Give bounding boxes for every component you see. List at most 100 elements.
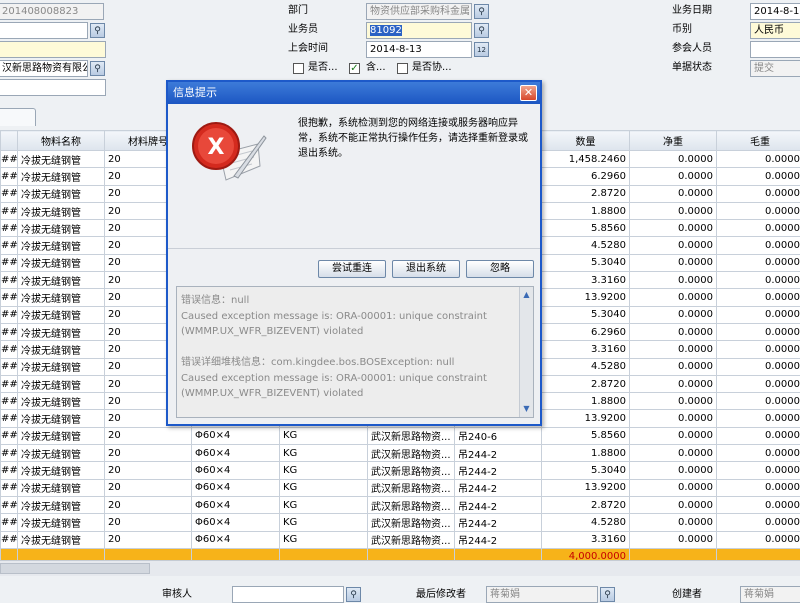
unit-cell[interactable]: KG	[280, 479, 368, 496]
qty-cell[interactable]: 3.3160	[542, 272, 630, 289]
supplier-cell[interactable]: 武汉新思路物资...	[368, 531, 455, 548]
net-weight-cell[interactable]: 0.0000	[630, 185, 717, 202]
qty-cell[interactable]: 3.3160	[542, 341, 630, 358]
table-row[interactable]: ###冷拔无缝钢管20Φ60×4KG武汉新思路物资...吊244-22.8720…	[1, 496, 800, 513]
table-row[interactable]: ###冷拔无缝钢管20Φ60×4KG武汉新思路物资...吊244-21.8800…	[1, 445, 800, 462]
qty-cell[interactable]: 4.5280	[542, 237, 630, 254]
net-weight-cell[interactable]: 0.0000	[630, 151, 717, 168]
table-row[interactable]: ###冷拔无缝钢管20Φ60×4KG武汉新思路物资...吊244-213.920…	[1, 479, 800, 496]
close-button[interactable]: ✕	[520, 85, 537, 101]
gross-weight-cell[interactable]: 0.0000	[717, 341, 800, 358]
lookup-button-left-2[interactable]: ⚲	[90, 23, 105, 38]
row-prefix[interactable]: ###	[1, 531, 18, 548]
material-name-cell[interactable]: 冷拔无缝钢管	[18, 151, 105, 168]
grade-cell[interactable]: 20	[105, 496, 192, 513]
code-cell[interactable]: 吊244-2	[455, 531, 542, 548]
net-weight-cell[interactable]: 0.0000	[630, 202, 717, 219]
row-prefix[interactable]: ###	[1, 427, 18, 444]
qty-cell[interactable]: 6.2960	[542, 323, 630, 340]
unit-cell[interactable]: KG	[280, 496, 368, 513]
table-row[interactable]: ###冷拔无缝钢管20Φ60×4KG武汉新思路物资...吊240-65.8560…	[1, 427, 800, 444]
net-weight-cell[interactable]: 0.0000	[630, 272, 717, 289]
scroll-thumb[interactable]	[0, 563, 150, 574]
col-header-qty[interactable]: 数量	[542, 131, 630, 151]
gross-weight-cell[interactable]: 0.0000	[717, 514, 800, 531]
net-weight-cell[interactable]: 0.0000	[630, 514, 717, 531]
gross-weight-cell[interactable]: 0.0000	[717, 168, 800, 185]
material-name-cell[interactable]: 冷拔无缝钢管	[18, 289, 105, 306]
gross-weight-cell[interactable]: 0.0000	[717, 254, 800, 271]
row-prefix[interactable]: ###	[1, 496, 18, 513]
row-prefix[interactable]: ###	[1, 272, 18, 289]
ignore-button[interactable]: 忽略	[466, 260, 534, 278]
unit-cell[interactable]: KG	[280, 427, 368, 444]
row-prefix[interactable]: ###	[1, 306, 18, 323]
spec-cell[interactable]: Φ60×4	[192, 496, 280, 513]
qty-cell[interactable]: 5.3040	[542, 254, 630, 271]
qty-cell[interactable]: 1.8800	[542, 445, 630, 462]
table-row[interactable]: ###冷拔无缝钢管20Φ60×4KG武汉新思路物资...吊244-23.3160…	[1, 531, 800, 548]
error-detail-scrollbar[interactable]: ▲ ▼	[519, 287, 533, 417]
gross-weight-cell[interactable]: 0.0000	[717, 393, 800, 410]
supplier-cell[interactable]: 武汉新思路物资...	[368, 514, 455, 531]
material-name-cell[interactable]: 冷拔无缝钢管	[18, 462, 105, 479]
gross-weight-cell[interactable]: 0.0000	[717, 496, 800, 513]
net-weight-cell[interactable]: 0.0000	[630, 445, 717, 462]
net-weight-cell[interactable]: 0.0000	[630, 168, 717, 185]
biz-date-field[interactable]: 2014-8-13	[750, 3, 800, 20]
col-header-gross-weight[interactable]: 毛重	[717, 131, 800, 151]
qty-cell[interactable]: 4.5280	[542, 514, 630, 531]
gross-weight-cell[interactable]: 0.0000	[717, 289, 800, 306]
checkbox-1[interactable]	[293, 63, 304, 74]
net-weight-cell[interactable]: 0.0000	[630, 393, 717, 410]
spec-cell[interactable]: Φ60×4	[192, 479, 280, 496]
material-name-cell[interactable]: 冷拔无缝钢管	[18, 479, 105, 496]
net-weight-cell[interactable]: 0.0000	[630, 427, 717, 444]
material-name-cell[interactable]: 冷拔无缝钢管	[18, 375, 105, 392]
meeting-time-field[interactable]: 2014-8-13	[366, 41, 472, 58]
material-name-cell[interactable]: 冷拔无缝钢管	[18, 514, 105, 531]
net-weight-cell[interactable]: 0.0000	[630, 220, 717, 237]
qty-cell[interactable]: 5.3040	[542, 462, 630, 479]
unit-cell[interactable]: KG	[280, 462, 368, 479]
row-prefix[interactable]: ###	[1, 462, 18, 479]
horizontal-scrollbar[interactable]	[0, 560, 800, 576]
code-cell[interactable]: 吊244-2	[455, 479, 542, 496]
left-field-3[interactable]	[0, 41, 106, 58]
gross-weight-cell[interactable]: 0.0000	[717, 427, 800, 444]
qty-cell[interactable]: 5.3040	[542, 306, 630, 323]
gross-weight-cell[interactable]: 0.0000	[717, 531, 800, 548]
qty-cell[interactable]: 6.2960	[542, 168, 630, 185]
spec-cell[interactable]: Φ60×4	[192, 445, 280, 462]
table-row[interactable]: ###冷拔无缝钢管20Φ60×4KG武汉新思路物资...吊244-25.3040…	[1, 462, 800, 479]
row-prefix[interactable]: ###	[1, 445, 18, 462]
net-weight-cell[interactable]: 0.0000	[630, 496, 717, 513]
spec-cell[interactable]: Φ60×4	[192, 427, 280, 444]
currency-field[interactable]: 人民币	[750, 22, 800, 39]
row-prefix[interactable]: ###	[1, 254, 18, 271]
row-prefix[interactable]: ###	[1, 220, 18, 237]
net-weight-cell[interactable]: 0.0000	[630, 462, 717, 479]
col-header-net-weight[interactable]: 净重	[630, 131, 717, 151]
gross-weight-cell[interactable]: 0.0000	[717, 410, 800, 427]
material-name-cell[interactable]: 冷拔无缝钢管	[18, 254, 105, 271]
spec-cell[interactable]: Φ60×4	[192, 462, 280, 479]
net-weight-cell[interactable]: 0.0000	[630, 479, 717, 496]
row-prefix[interactable]: ###	[1, 375, 18, 392]
gross-weight-cell[interactable]: 0.0000	[717, 185, 800, 202]
material-name-cell[interactable]: 冷拔无缝钢管	[18, 445, 105, 462]
supplier-cell[interactable]: 武汉新思路物资...	[368, 496, 455, 513]
dept-lookup-button[interactable]: ⚲	[474, 4, 489, 19]
net-weight-cell[interactable]: 0.0000	[630, 323, 717, 340]
calendar-button[interactable]: 12	[474, 42, 489, 57]
grade-cell[interactable]: 20	[105, 462, 192, 479]
spec-cell[interactable]: Φ60×4	[192, 514, 280, 531]
salesman-lookup-button[interactable]: ⚲	[474, 23, 489, 38]
net-weight-cell[interactable]: 0.0000	[630, 237, 717, 254]
gross-weight-cell[interactable]: 0.0000	[717, 151, 800, 168]
scroll-down-icon[interactable]: ▼	[521, 403, 532, 414]
qty-cell[interactable]: 5.8560	[542, 220, 630, 237]
gross-weight-cell[interactable]: 0.0000	[717, 375, 800, 392]
gross-weight-cell[interactable]: 0.0000	[717, 462, 800, 479]
material-name-cell[interactable]: 冷拔无缝钢管	[18, 220, 105, 237]
